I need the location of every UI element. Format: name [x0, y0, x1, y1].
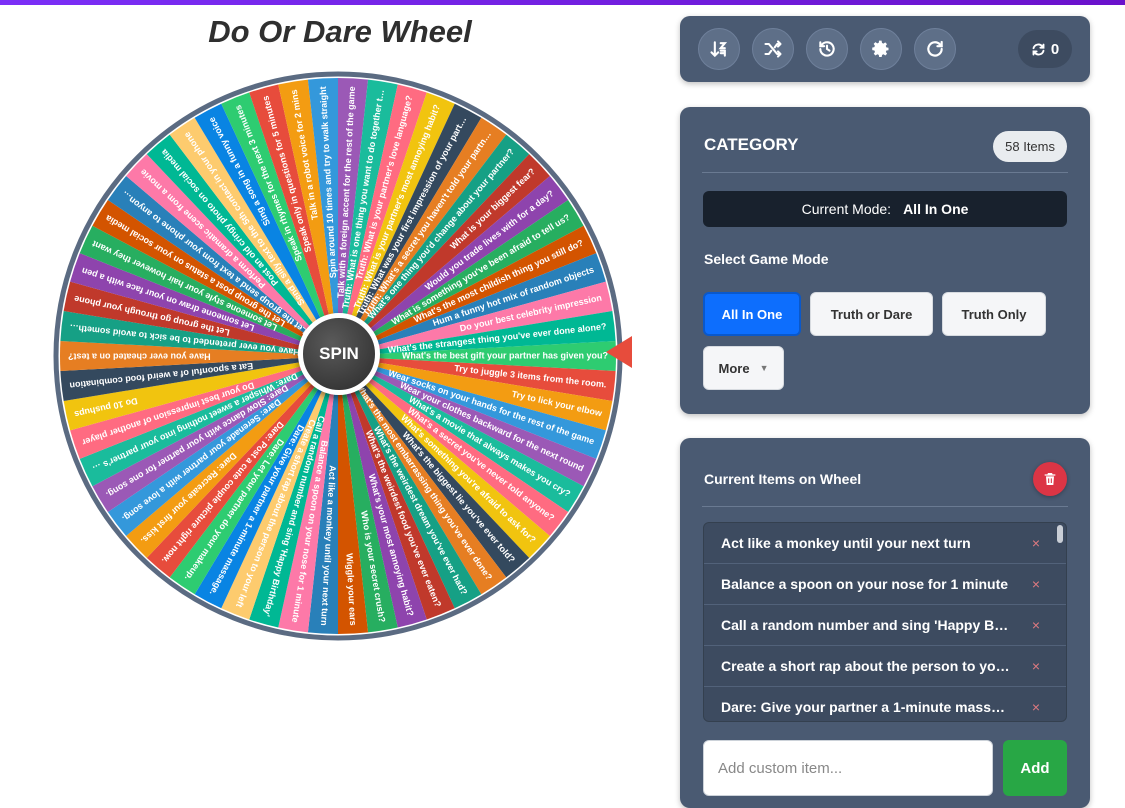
wheel-pointer-icon — [606, 336, 632, 368]
sort-icon — [710, 41, 728, 58]
list-item-text: Dare: Give your partner a 1-minute massa… — [721, 699, 1011, 715]
list-item-text: Create a short rap about the person to y… — [721, 658, 1011, 674]
settings-button[interactable] — [860, 28, 902, 70]
divider — [702, 172, 1068, 173]
add-item-input[interactable] — [703, 740, 993, 796]
items-list[interactable]: Act like a monkey until your next turn ×… — [703, 522, 1067, 722]
shuffle-icon — [764, 40, 782, 58]
clear-items-button[interactable] — [1033, 462, 1067, 496]
sort-button[interactable] — [698, 28, 740, 70]
caret-down-icon: ▼ — [759, 363, 769, 373]
list-item: Balance a spoon on your nose for 1 minut… — [704, 564, 1066, 605]
remove-item-icon[interactable]: × — [1032, 699, 1040, 715]
spin-button[interactable]: SPIN — [298, 313, 380, 395]
top-accent-bar — [0, 0, 1125, 5]
item-count-badge: 58 Items — [993, 131, 1067, 162]
current-mode-label: Current Mode: — [801, 201, 892, 217]
category-heading: CATEGORY — [704, 135, 799, 154]
list-item: Call a random number and sing 'Happy Bir… — [704, 605, 1066, 646]
redo-button[interactable] — [914, 28, 956, 70]
redo-icon — [927, 40, 943, 57]
sync-icon — [1032, 43, 1045, 55]
list-item-text: Act like a monkey until your next turn — [721, 535, 971, 551]
list-scrollbar[interactable] — [1057, 525, 1063, 721]
mode-all-in-one-button[interactable]: All In One — [703, 292, 801, 336]
scrollbar-thumb[interactable] — [1057, 525, 1063, 543]
mode-more-label: More — [718, 360, 750, 376]
spin-counter: 0 — [1018, 30, 1072, 68]
current-mode-value: All In One — [903, 201, 969, 217]
wheel-segment-label: What's the best gift your partner has gi… — [402, 350, 608, 360]
divider — [702, 506, 1068, 507]
list-item: Create a short rap about the person to y… — [704, 646, 1066, 687]
items-panel: Current Items on Wheel Act like a monkey… — [680, 438, 1090, 808]
select-mode-label: Select Game Mode — [704, 251, 829, 267]
trash-icon — [1044, 473, 1056, 485]
remove-item-icon[interactable]: × — [1032, 535, 1040, 551]
add-item-button[interactable]: Add — [1003, 740, 1067, 796]
list-item: Dare: Give your partner a 1-minute massa… — [704, 687, 1066, 721]
remove-item-icon[interactable]: × — [1032, 576, 1040, 592]
gear-icon — [872, 40, 889, 57]
shuffle-button[interactable] — [752, 28, 794, 70]
history-button[interactable] — [806, 28, 848, 70]
items-heading: Current Items on Wheel — [704, 471, 862, 487]
category-panel: CATEGORY 58 Items Current Mode: All In O… — [680, 107, 1090, 414]
mode-truth-or-dare-button[interactable]: Truth or Dare — [810, 292, 933, 336]
remove-item-icon[interactable]: × — [1032, 658, 1040, 674]
wheel-segment-label: Have you ever cheated on a test? — [68, 352, 211, 362]
mode-more-dropdown[interactable]: More ▼ — [703, 346, 784, 390]
spin-counter-value: 0 — [1050, 40, 1060, 58]
toolbar-panel: 0 — [680, 16, 1090, 82]
mode-truth-only-button[interactable]: Truth Only — [942, 292, 1046, 336]
list-item-text: Call a random number and sing 'Happy Bir… — [721, 617, 1011, 633]
list-item: Act like a monkey until your next turn × — [704, 523, 1066, 564]
current-mode-display: Current Mode: All In One — [703, 191, 1067, 227]
history-icon — [819, 41, 835, 57]
page-title: Do Or Dare Wheel — [208, 14, 472, 49]
remove-item-icon[interactable]: × — [1032, 617, 1040, 633]
list-item-text: Balance a spoon on your nose for 1 minut… — [721, 576, 1009, 592]
